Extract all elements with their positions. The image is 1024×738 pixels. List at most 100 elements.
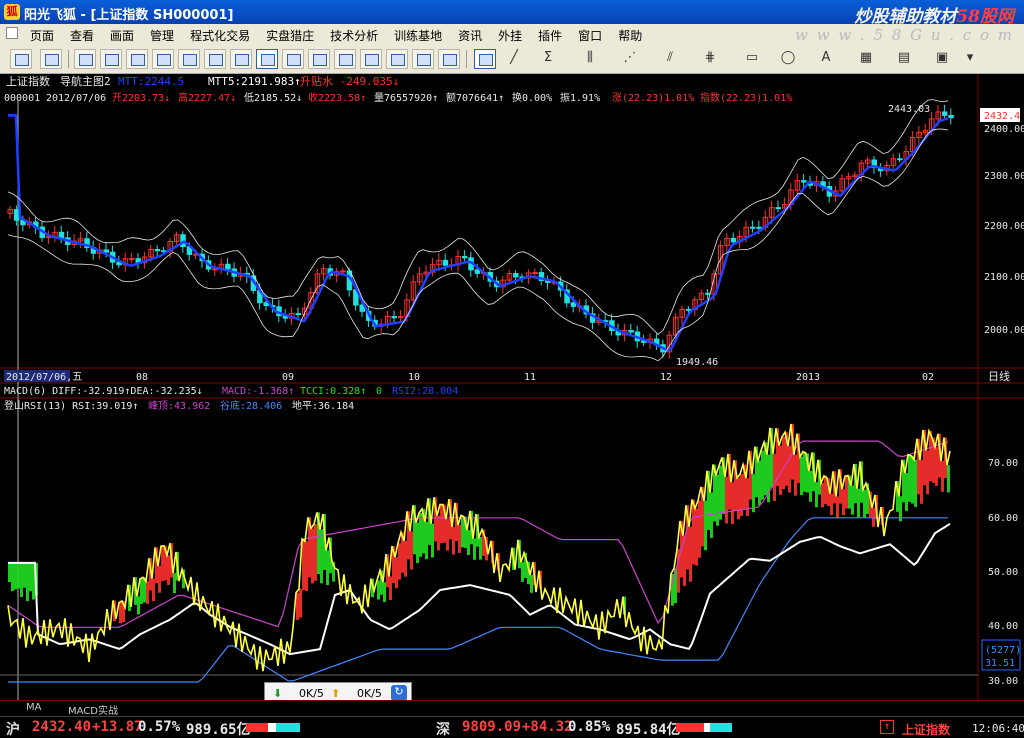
alert-icon[interactable]: ↑ xyxy=(880,720,894,734)
gann-tool-icon[interactable]: ⫼ xyxy=(580,50,600,65)
tcci-value: TCCI:0.328↑ xyxy=(300,386,366,397)
chart-svg[interactable]: 上证指数 导航主图2 MTT:2244.5 MTT5:2191.983↑ 升贴水… xyxy=(0,74,1024,714)
rsi-fill-bar xyxy=(305,541,308,591)
rsi-fill-bar xyxy=(905,473,908,511)
save-icon[interactable]: ▣ xyxy=(932,50,952,65)
rsi-fill-bar xyxy=(161,546,164,582)
chart-area[interactable]: 上证指数 导航主图2 MTT:2244.5 MTT5:2191.983↑ 升贴水… xyxy=(0,74,1024,714)
candle-body xyxy=(474,269,481,274)
amount-value: 额7076641↑ xyxy=(446,91,504,104)
toolbar-button[interactable] xyxy=(204,49,226,69)
menu-item-plugins-ext[interactable]: 外挂 xyxy=(498,27,522,44)
palette-tool-icon[interactable]: ▤ xyxy=(894,50,914,65)
refresh-icon[interactable]: ↻ xyxy=(391,685,407,701)
candle-body xyxy=(391,316,397,319)
toolbar-button[interactable] xyxy=(282,49,304,69)
rsi-fill-bar xyxy=(158,565,161,593)
sh-percent: 0.57% xyxy=(138,719,181,735)
channel-tool-icon[interactable]: ⫽ xyxy=(660,50,680,65)
rsi-fill-bar xyxy=(809,470,812,502)
candle-body xyxy=(941,111,948,116)
toolbar-button[interactable] xyxy=(334,49,356,69)
rsi-fill-bar xyxy=(731,482,734,525)
y-label: 2000.00 xyxy=(984,325,1024,336)
high-value: 高2227.47↓ xyxy=(178,91,236,104)
rsi-fill-bar xyxy=(302,539,305,590)
toolbar-button[interactable] xyxy=(40,49,62,69)
toolbar-button[interactable] xyxy=(438,49,460,69)
dropdown-arrow-icon[interactable]: ▾ xyxy=(960,50,980,65)
rsi-fill-bar xyxy=(842,489,845,516)
toolbar-button[interactable] xyxy=(100,49,122,69)
menu-item-news[interactable]: 资讯 xyxy=(458,27,482,44)
menu-item-screen[interactable]: 画面 xyxy=(110,27,134,44)
toolbar-button[interactable] xyxy=(230,49,252,69)
toolbar-button[interactable] xyxy=(10,49,32,69)
sh-price: 2432.40 xyxy=(32,719,92,735)
line-tool-icon[interactable]: ╱ xyxy=(504,50,524,65)
current-stock-name[interactable]: 上证指数 xyxy=(902,721,950,738)
menu-item-window[interactable]: 窗口 xyxy=(578,27,602,44)
menu-item-view[interactable]: 查看 xyxy=(70,27,94,44)
rsi-fill-bar xyxy=(326,550,329,586)
rsi-fill-bar xyxy=(299,588,302,618)
rsi-fill-bar xyxy=(8,562,11,583)
candle-body xyxy=(225,263,231,270)
menu-item-addons[interactable]: 插件 xyxy=(538,27,562,44)
toolbar-button[interactable] xyxy=(412,49,434,69)
stock-code: 000001 xyxy=(4,93,40,104)
app-name: 阳光飞狐 xyxy=(24,8,77,23)
sh-breadth-flat xyxy=(268,723,276,732)
sh-amount: 989.65亿 xyxy=(186,722,251,738)
sh-breadth-up xyxy=(246,723,268,732)
rsi-fill-bar xyxy=(926,450,929,495)
candle-body xyxy=(897,158,903,161)
toolbar-button[interactable] xyxy=(308,49,330,69)
text-tool-icon[interactable]: A xyxy=(816,50,836,65)
rsi-fill-bar xyxy=(437,515,440,551)
rsi-fill-bar xyxy=(947,465,950,493)
tab-macd[interactable]: MACD实战 xyxy=(68,702,118,717)
menu-item-page[interactable]: 页面 xyxy=(30,27,54,44)
pointer-tool-button[interactable] xyxy=(474,49,496,69)
candle-body xyxy=(532,272,538,275)
parallel-tool-icon[interactable]: ⋕ xyxy=(700,50,720,65)
title-sep: - xyxy=(80,8,86,23)
rsi-top: 峰顶:43.962 xyxy=(148,400,210,412)
period-label[interactable]: 日线 xyxy=(988,369,1010,383)
rsi-fill-bar xyxy=(788,445,791,493)
toolbar-button[interactable] xyxy=(386,49,408,69)
menu-item-manage[interactable]: 管理 xyxy=(150,27,174,44)
menu-item-realtime-hunt[interactable]: 实盘猎庄 xyxy=(266,27,314,44)
candle-body xyxy=(442,259,449,266)
toolbar-button[interactable] xyxy=(178,49,200,69)
sigma-tool-icon[interactable]: Σ xyxy=(538,50,558,65)
toolbar-button[interactable] xyxy=(360,49,382,69)
main-title: 上证指数 xyxy=(6,74,50,88)
toolbar-button[interactable] xyxy=(152,49,174,69)
change-value: 涨(22.23)1.01% xyxy=(612,92,694,104)
menu-item-technical-analysis[interactable]: 技术分析 xyxy=(330,27,378,44)
rsi-fill-bar xyxy=(458,524,461,553)
toolbar-button-active[interactable] xyxy=(256,49,278,69)
x-label-cursor: 2012/07/06,五 xyxy=(6,372,82,383)
menu-item-training[interactable]: 训练基地 xyxy=(394,27,442,44)
x-label: 08 xyxy=(136,372,148,383)
tab-ma[interactable]: MA xyxy=(26,702,41,713)
fan-tool-icon[interactable]: ⋰ xyxy=(620,50,640,65)
sub-box-value: 31.51 xyxy=(985,658,1015,669)
system-menu-icon[interactable] xyxy=(6,27,18,39)
rsi-fill-bar xyxy=(821,483,824,508)
x-label: 12 xyxy=(660,372,672,383)
rsi-bottom: 谷底:28.406 xyxy=(220,399,282,412)
rsi-fill-bar xyxy=(689,526,692,582)
rectangle-tool-icon[interactable]: ▭ xyxy=(742,50,762,65)
candle-body xyxy=(775,207,781,210)
ellipse-tool-icon[interactable]: ◯ xyxy=(778,50,798,65)
toolbar-button[interactable] xyxy=(74,49,96,69)
menu-item-help[interactable]: 帮助 xyxy=(618,27,642,44)
grid-tool-icon[interactable]: ▦ xyxy=(856,50,876,65)
menu-item-program-trading[interactable]: 程式化交易 xyxy=(190,27,250,44)
rsi-fill-bar xyxy=(137,596,140,615)
toolbar-button[interactable] xyxy=(126,49,148,69)
